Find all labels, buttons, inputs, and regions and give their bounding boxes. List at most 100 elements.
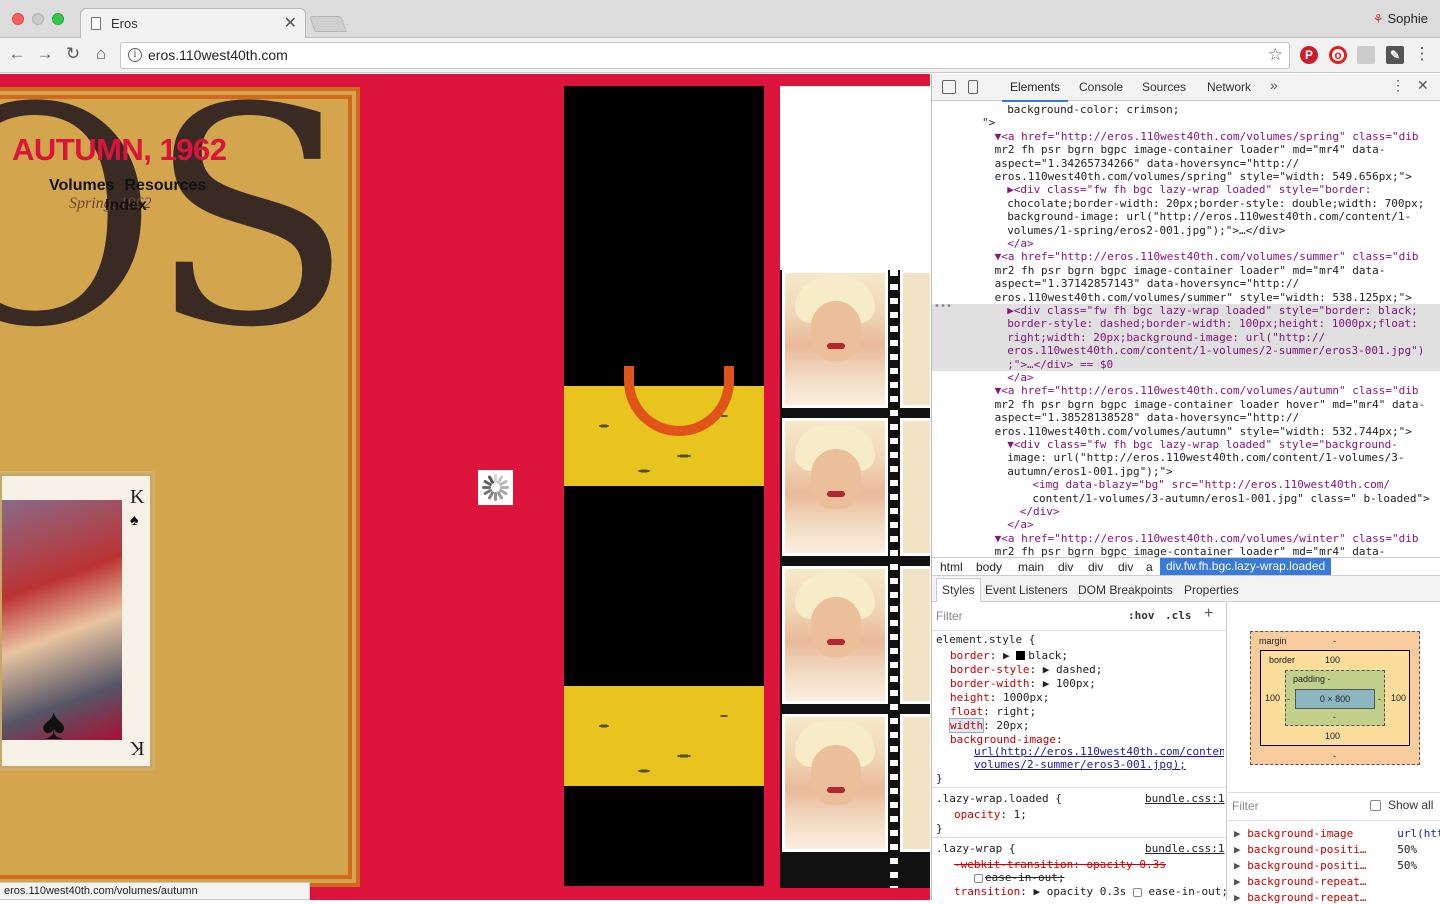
computed-property-row[interactable]: ▶ background-positi… 50% <box>1234 843 1417 856</box>
nav-resources-link[interactable]: Resources <box>125 177 207 194</box>
tab-elements[interactable]: Elements <box>1001 80 1069 102</box>
subtab-event-listeners[interactable]: Event Listeners <box>985 583 1068 597</box>
close-tab-icon[interactable]: ✕ <box>284 13 297 33</box>
zoom-window-button[interactable] <box>52 13 64 25</box>
dom-node-line[interactable]: volumes/1-spring/eros2-001.jpg");">…</di… <box>932 224 1440 237</box>
dom-node-line[interactable]: </a> <box>932 518 1440 531</box>
show-all-checkbox[interactable] <box>1370 800 1381 811</box>
nav-index-link[interactable]: Index <box>105 196 147 216</box>
computed-filter-input[interactable]: Filter <box>1232 799 1259 813</box>
class-toggle[interactable]: .cls <box>1165 609 1192 622</box>
breadcrumb-item[interactable]: a <box>1146 560 1153 574</box>
pinterest-extension-icon[interactable]: P <box>1300 46 1318 64</box>
dom-node-line[interactable]: aspect="1.34265734266" data-hoversync="h… <box>932 157 1440 170</box>
dom-node-line[interactable]: ▼<div class="fw fh bgc lazy-wrap loaded"… <box>932 438 1440 451</box>
device-toolbar-icon[interactable] <box>968 80 978 94</box>
breadcrumb-item[interactable]: div <box>1058 560 1073 574</box>
tab-network[interactable]: Network <box>1207 80 1251 94</box>
style-declaration[interactable]: border: ▶ black; <box>950 649 1068 662</box>
dom-node-line[interactable]: right;width: 20px;background-image: url(… <box>932 330 1440 345</box>
close-devtools-icon[interactable]: ✕ <box>1417 77 1429 94</box>
dom-node-line[interactable]: aspect="1.38528138528" data-hoversync="h… <box>932 411 1440 424</box>
more-tabs-icon[interactable]: » <box>1270 77 1278 93</box>
dom-node-line[interactable]: mr2 fh psr bgrn bgpc image-container loa… <box>932 264 1440 277</box>
profile-button[interactable]: ⚘ Sophie <box>1373 11 1428 26</box>
address-bar[interactable]: i eros.110west40th.com ☆ <box>120 42 1290 69</box>
subtab-styles[interactable]: Styles <box>936 578 981 602</box>
browser-tab[interactable]: Eros ✕ <box>80 8 306 39</box>
nav-volumes-link[interactable]: Volumes <box>49 177 115 194</box>
dom-tree[interactable]: background-color: crimson; "> ▼<a href="ht… <box>932 101 1440 557</box>
dom-node-line[interactable]: eros.110west40th.com/volumes/autumn" sty… <box>932 425 1440 438</box>
winter-cover-image[interactable] <box>780 86 930 888</box>
computed-property-row[interactable]: ▶ background-repeat… <box>1234 875 1397 888</box>
breadcrumb-item[interactable]: div <box>1118 560 1133 574</box>
summer-cover-image[interactable] <box>564 86 764 886</box>
dom-node-line[interactable]: "> <box>932 116 1440 129</box>
dom-node-line[interactable]: <img data-blazy="bg" src="http://eros.11… <box>932 478 1440 491</box>
new-tab-button[interactable] <box>309 16 347 32</box>
style-declaration[interactable]: float: right; <box>950 705 1036 718</box>
checkbox[interactable] <box>974 874 983 883</box>
breadcrumb-item[interactable]: div <box>1088 560 1103 574</box>
opera-extension-icon[interactable]: o <box>1329 46 1347 64</box>
bookmark-star-icon[interactable]: ☆ <box>1268 45 1283 65</box>
menu-icon[interactable]: ⋮ <box>1411 44 1433 64</box>
hover-state-toggle[interactable]: :hov <box>1128 609 1155 622</box>
dom-node-line[interactable]: mr2 fh psr bgrn bgpc image-container loa… <box>932 143 1440 156</box>
devtools-menu-icon[interactable]: ⋮ <box>1391 77 1405 94</box>
dom-node-line[interactable]: eros.110west40th.com/volumes/spring" sty… <box>932 170 1440 183</box>
dom-node-line[interactable]: ▼<a href="http://eros.110west40th.com/vo… <box>932 250 1440 263</box>
dom-node-line[interactable]: eros.110west40th.com/volumes/summer" sty… <box>932 291 1440 304</box>
rule-source-link[interactable]: bundle.css:1 <box>1145 792 1224 805</box>
reload-button[interactable]: ↻ <box>62 44 84 64</box>
breadcrumb-item[interactable]: main <box>1018 560 1044 574</box>
color-swatch[interactable] <box>1016 651 1026 660</box>
extension-pen-icon[interactable]: ✎ <box>1386 46 1404 64</box>
dom-node-line[interactable]: </a> <box>932 237 1440 250</box>
add-rule-icon[interactable]: + <box>1204 605 1213 623</box>
dom-node-line[interactable]: ▼<a href="http://eros.110west40th.com/vo… <box>932 532 1440 545</box>
dom-node-line[interactable]: ▼<a href="http://eros.110west40th.com/vo… <box>932 384 1440 397</box>
computed-property-row[interactable]: ▶ background-positi… 50% <box>1234 859 1417 872</box>
dom-node-line[interactable]: autumn/eros1-001.jpg");"> <box>932 465 1440 478</box>
style-declaration[interactable]: width: 20px; <box>948 718 1030 733</box>
breadcrumb-active-item[interactable]: div.fw.fh.bgc.lazy-wrap.loaded <box>1160 558 1332 575</box>
address-url[interactable]: eros.110west40th.com <box>148 47 288 63</box>
tab-console[interactable]: Console <box>1079 80 1123 94</box>
style-declaration[interactable]: height: 1000px; <box>950 691 1049 704</box>
computed-property-row[interactable]: ▶ background-repeat… <box>1234 891 1397 904</box>
dom-node-line[interactable]: chocolate;border-width: 20px;border-styl… <box>932 197 1440 210</box>
home-button[interactable]: ⌂ <box>90 44 112 64</box>
dom-node-line[interactable]: mr2 fh psr bgrn bgpc image-container loa… <box>932 398 1440 411</box>
dom-node-line[interactable]: </a> <box>932 371 1440 384</box>
subtab-dom-breakpoints[interactable]: DOM Breakpoints <box>1078 583 1173 597</box>
dom-node-line[interactable]: ▼<a href="http://eros.110west40th.com/vo… <box>932 130 1440 143</box>
forward-button[interactable]: → <box>34 44 56 64</box>
site-info-icon[interactable]: i <box>128 48 142 62</box>
computed-property-row[interactable]: ▶ background-imageurl(htt… <box>1234 827 1440 840</box>
inspect-element-icon[interactable] <box>942 80 956 94</box>
dom-node-line[interactable]: ▶<div class="fw fh bgc lazy-wrap loaded"… <box>932 304 1440 318</box>
dom-node-line[interactable]: </div> <box>932 505 1440 518</box>
dom-node-line[interactable]: image: url("http://eros.110west40th.com/… <box>932 451 1440 464</box>
node-actions-icon[interactable]: ••• <box>934 300 952 313</box>
breadcrumb-item[interactable]: body <box>976 560 1002 574</box>
dom-node-line[interactable]: ;">…</div> == $0 <box>932 357 1440 371</box>
dom-node-line[interactable]: border-style: dashed;border-width: 100px… <box>932 317 1440 331</box>
tab-sources[interactable]: Sources <box>1142 80 1186 94</box>
extension-icon[interactable] <box>1357 46 1375 64</box>
dom-node-line[interactable]: background-image: url("http://eros.110we… <box>932 210 1440 223</box>
back-button[interactable]: ← <box>6 44 28 64</box>
dom-node-line[interactable]: aspect="1.37142857143" data-hoversync="h… <box>932 277 1440 290</box>
breadcrumb-item[interactable]: html <box>940 560 963 574</box>
minimize-window-button[interactable] <box>32 13 44 25</box>
dom-node-line[interactable]: ▶<div class="fw fh bgc lazy-wrap loaded"… <box>932 183 1440 196</box>
rule-source-link[interactable]: bundle.css:1 <box>1145 842 1224 855</box>
dom-node-line[interactable]: eros.110west40th.com/content/1-volumes/2… <box>932 344 1440 358</box>
styles-filter-input[interactable]: Filter <box>936 609 963 623</box>
style-declaration[interactable]: border-width: ▶ 100px; <box>950 677 1096 690</box>
dom-node-line[interactable]: background-color: crimson; <box>932 103 1440 116</box>
style-declaration[interactable]: border-style: ▶ dashed; <box>950 663 1102 676</box>
dom-node-line[interactable]: content/1-volumes/3-autumn/eros1-001.jpg… <box>932 492 1440 505</box>
